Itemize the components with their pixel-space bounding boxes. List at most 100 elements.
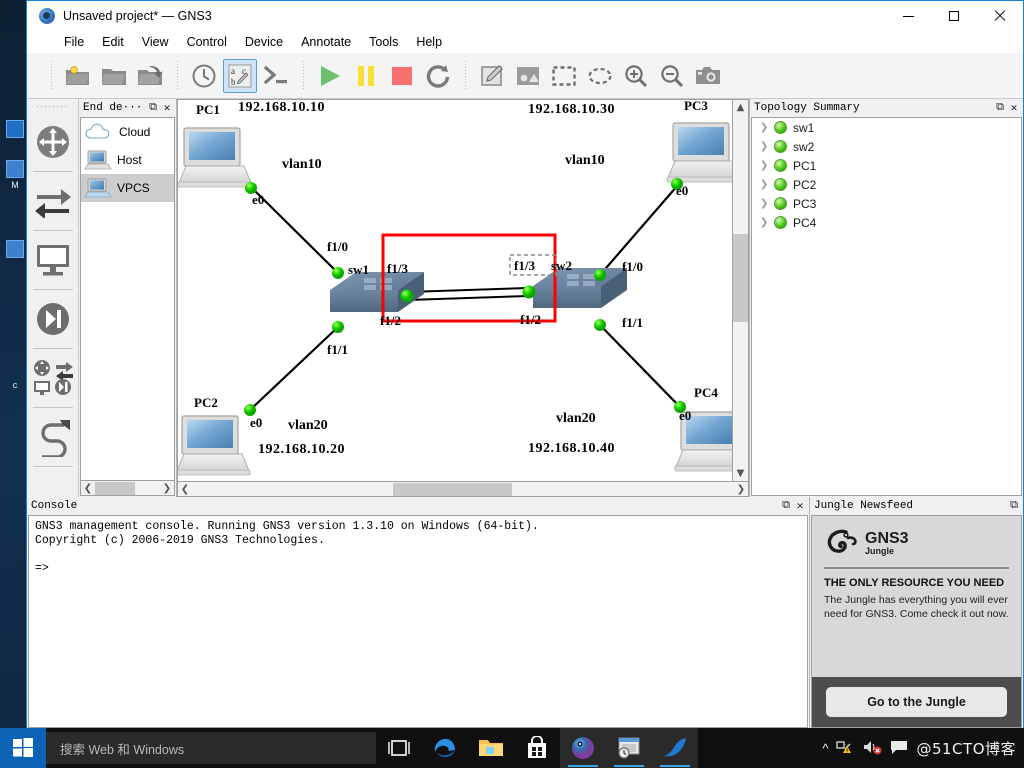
chevron-right-icon[interactable]: ❯ [760, 198, 768, 209]
toolbar-grip[interactable] [36, 103, 69, 109]
device-item-vpcs[interactable]: VPCS [81, 174, 174, 202]
scroll-right-icon[interactable]: ❯ [734, 484, 748, 495]
new-project-icon[interactable] [61, 59, 95, 93]
menu-tools[interactable]: Tools [360, 33, 407, 51]
zoom-out-icon[interactable] [655, 59, 689, 93]
routers-icon[interactable] [30, 113, 76, 171]
scroll-down-icon[interactable]: ▼ [733, 466, 748, 481]
maximize-button[interactable] [931, 1, 977, 31]
float-icon[interactable]: ⧉ [146, 102, 160, 114]
menu-annotate[interactable]: Annotate [292, 33, 360, 51]
menu-control[interactable]: Control [178, 33, 236, 51]
search-input[interactable]: 搜索 Web 和 Windows [46, 732, 376, 764]
sw2-f13-label[interactable]: f1/3 [514, 258, 535, 274]
desktop-icon[interactable] [2, 120, 28, 140]
pc2-vlan-annotation[interactable]: vlan20 [288, 418, 328, 434]
file-explorer-icon[interactable] [468, 728, 514, 768]
float-icon[interactable]: ⧉ [779, 500, 793, 512]
float-icon[interactable]: ⧉ [993, 102, 1007, 114]
scroll-thumb[interactable] [392, 482, 512, 496]
close-button[interactable] [977, 1, 1023, 31]
canvas-vscrollbar[interactable]: ▲ ▼ [733, 99, 749, 482]
pc2-e0-label[interactable]: e0 [250, 415, 262, 431]
end-devices-icon[interactable] [30, 231, 76, 289]
task-view-icon[interactable] [376, 728, 422, 768]
edge-icon[interactable] [422, 728, 468, 768]
desktop-icon[interactable]: M [2, 160, 28, 190]
device-item-cloud[interactable]: Cloud [81, 118, 174, 146]
save-project-as-icon[interactable] [133, 59, 167, 93]
summary-item-pc1[interactable]: ❯ PC1 [752, 156, 1021, 175]
scroll-right-icon[interactable]: ❯ [160, 483, 174, 494]
switches-icon[interactable] [30, 172, 76, 230]
summary-item-pc3[interactable]: ❯ PC3 [752, 194, 1021, 213]
wireshark-icon[interactable] [652, 728, 698, 768]
menu-help[interactable]: Help [407, 33, 451, 51]
sw1-f10-label[interactable]: f1/0 [327, 239, 348, 255]
reload-icon[interactable] [421, 59, 455, 93]
close-icon[interactable]: ✕ [160, 101, 174, 115]
store-icon[interactable] [514, 728, 560, 768]
stop-icon[interactable] [385, 59, 419, 93]
summary-item-sw1[interactable]: ❯ sw1 [752, 118, 1021, 137]
scroll-thumb[interactable] [95, 481, 136, 495]
add-link-icon[interactable] [30, 408, 76, 466]
start-button[interactable] [0, 728, 46, 768]
action-center-icon[interactable] [890, 739, 908, 758]
chevron-right-icon[interactable]: ❯ [760, 122, 768, 133]
console-output[interactable]: GNS3 management console. Running GNS3 ve… [28, 515, 808, 728]
scroll-thumb[interactable] [733, 234, 748, 323]
open-project-icon[interactable] [97, 59, 131, 93]
canvas-hscrollbar[interactable]: ❮ ❯ [177, 482, 749, 497]
summary-item-sw2[interactable]: ❯ sw2 [752, 137, 1021, 156]
chevron-right-icon[interactable]: ❯ [760, 160, 768, 171]
screenshot-icon[interactable] [691, 59, 725, 93]
add-note-icon[interactable]: acb [223, 58, 257, 93]
pc4-e0-label[interactable]: e0 [679, 408, 691, 424]
close-icon[interactable]: ✕ [1007, 101, 1021, 115]
go-to-jungle-button[interactable]: Go to the Jungle [826, 687, 1007, 717]
scroll-up-icon[interactable]: ▲ [733, 100, 748, 115]
pc4-ip-annotation[interactable]: 192.168.10.40 [528, 441, 615, 457]
security-devices-icon[interactable] [30, 290, 76, 348]
menu-device[interactable]: Device [236, 33, 292, 51]
scroll-left-icon[interactable]: ❮ [81, 483, 95, 494]
summary-item-pc2[interactable]: ❯ PC2 [752, 175, 1021, 194]
draw-rectangle-icon[interactable] [547, 59, 581, 93]
sw2-f10-label[interactable]: f1/0 [622, 259, 643, 275]
pc3-e0-label[interactable]: e0 [676, 183, 688, 199]
menu-file[interactable]: File [55, 33, 93, 51]
desktop-icon[interactable]: c [2, 360, 28, 390]
pc4-vlan-annotation[interactable]: vlan20 [556, 411, 596, 427]
sw1-f12-label[interactable]: f1/2 [380, 313, 401, 329]
sw1-f13-label[interactable]: f1/3 [387, 261, 408, 277]
edit-note-icon[interactable] [475, 59, 509, 93]
chevron-right-icon[interactable]: ❯ [760, 179, 768, 190]
network-warning-icon[interactable] [836, 739, 854, 758]
gns3-taskbar-icon[interactable] [560, 728, 606, 768]
snapshot-clock-icon[interactable] [187, 59, 221, 93]
show-hidden-icons-icon[interactable]: ^ [822, 741, 828, 756]
scroll-track[interactable] [95, 481, 160, 495]
menu-view[interactable]: View [133, 33, 178, 51]
menu-edit[interactable]: Edit [93, 33, 133, 51]
desktop-icon[interactable] [2, 240, 28, 260]
pc1-ip-annotation[interactable]: 192.168.10.10 [238, 100, 325, 116]
insert-image-icon[interactable] [511, 59, 545, 93]
chevron-right-icon[interactable]: ❯ [760, 217, 768, 228]
console-prompt-icon[interactable] [259, 59, 293, 93]
pc1-vlan-annotation[interactable]: vlan10 [282, 157, 322, 173]
scroll-track[interactable] [733, 115, 748, 466]
pc3-ip-annotation[interactable]: 192.168.10.30 [528, 102, 615, 118]
close-icon[interactable]: ✕ [793, 499, 807, 513]
float-icon[interactable]: ⧉ [1007, 500, 1021, 512]
chevron-right-icon[interactable]: ❯ [760, 141, 768, 152]
topology-canvas[interactable]: PC1 PC3 PC2 PC4 sw1 sw2 192.168.10.10 19… [177, 99, 733, 482]
pc2-ip-annotation[interactable]: 192.168.10.20 [258, 442, 345, 458]
pc3-vlan-annotation[interactable]: vlan10 [565, 153, 605, 169]
scroll-track[interactable] [192, 482, 734, 496]
volume-muted-icon[interactable] [862, 739, 882, 758]
start-icon[interactable] [313, 59, 347, 93]
pause-icon[interactable] [349, 59, 383, 93]
pc1-e0-label[interactable]: e0 [252, 192, 264, 208]
